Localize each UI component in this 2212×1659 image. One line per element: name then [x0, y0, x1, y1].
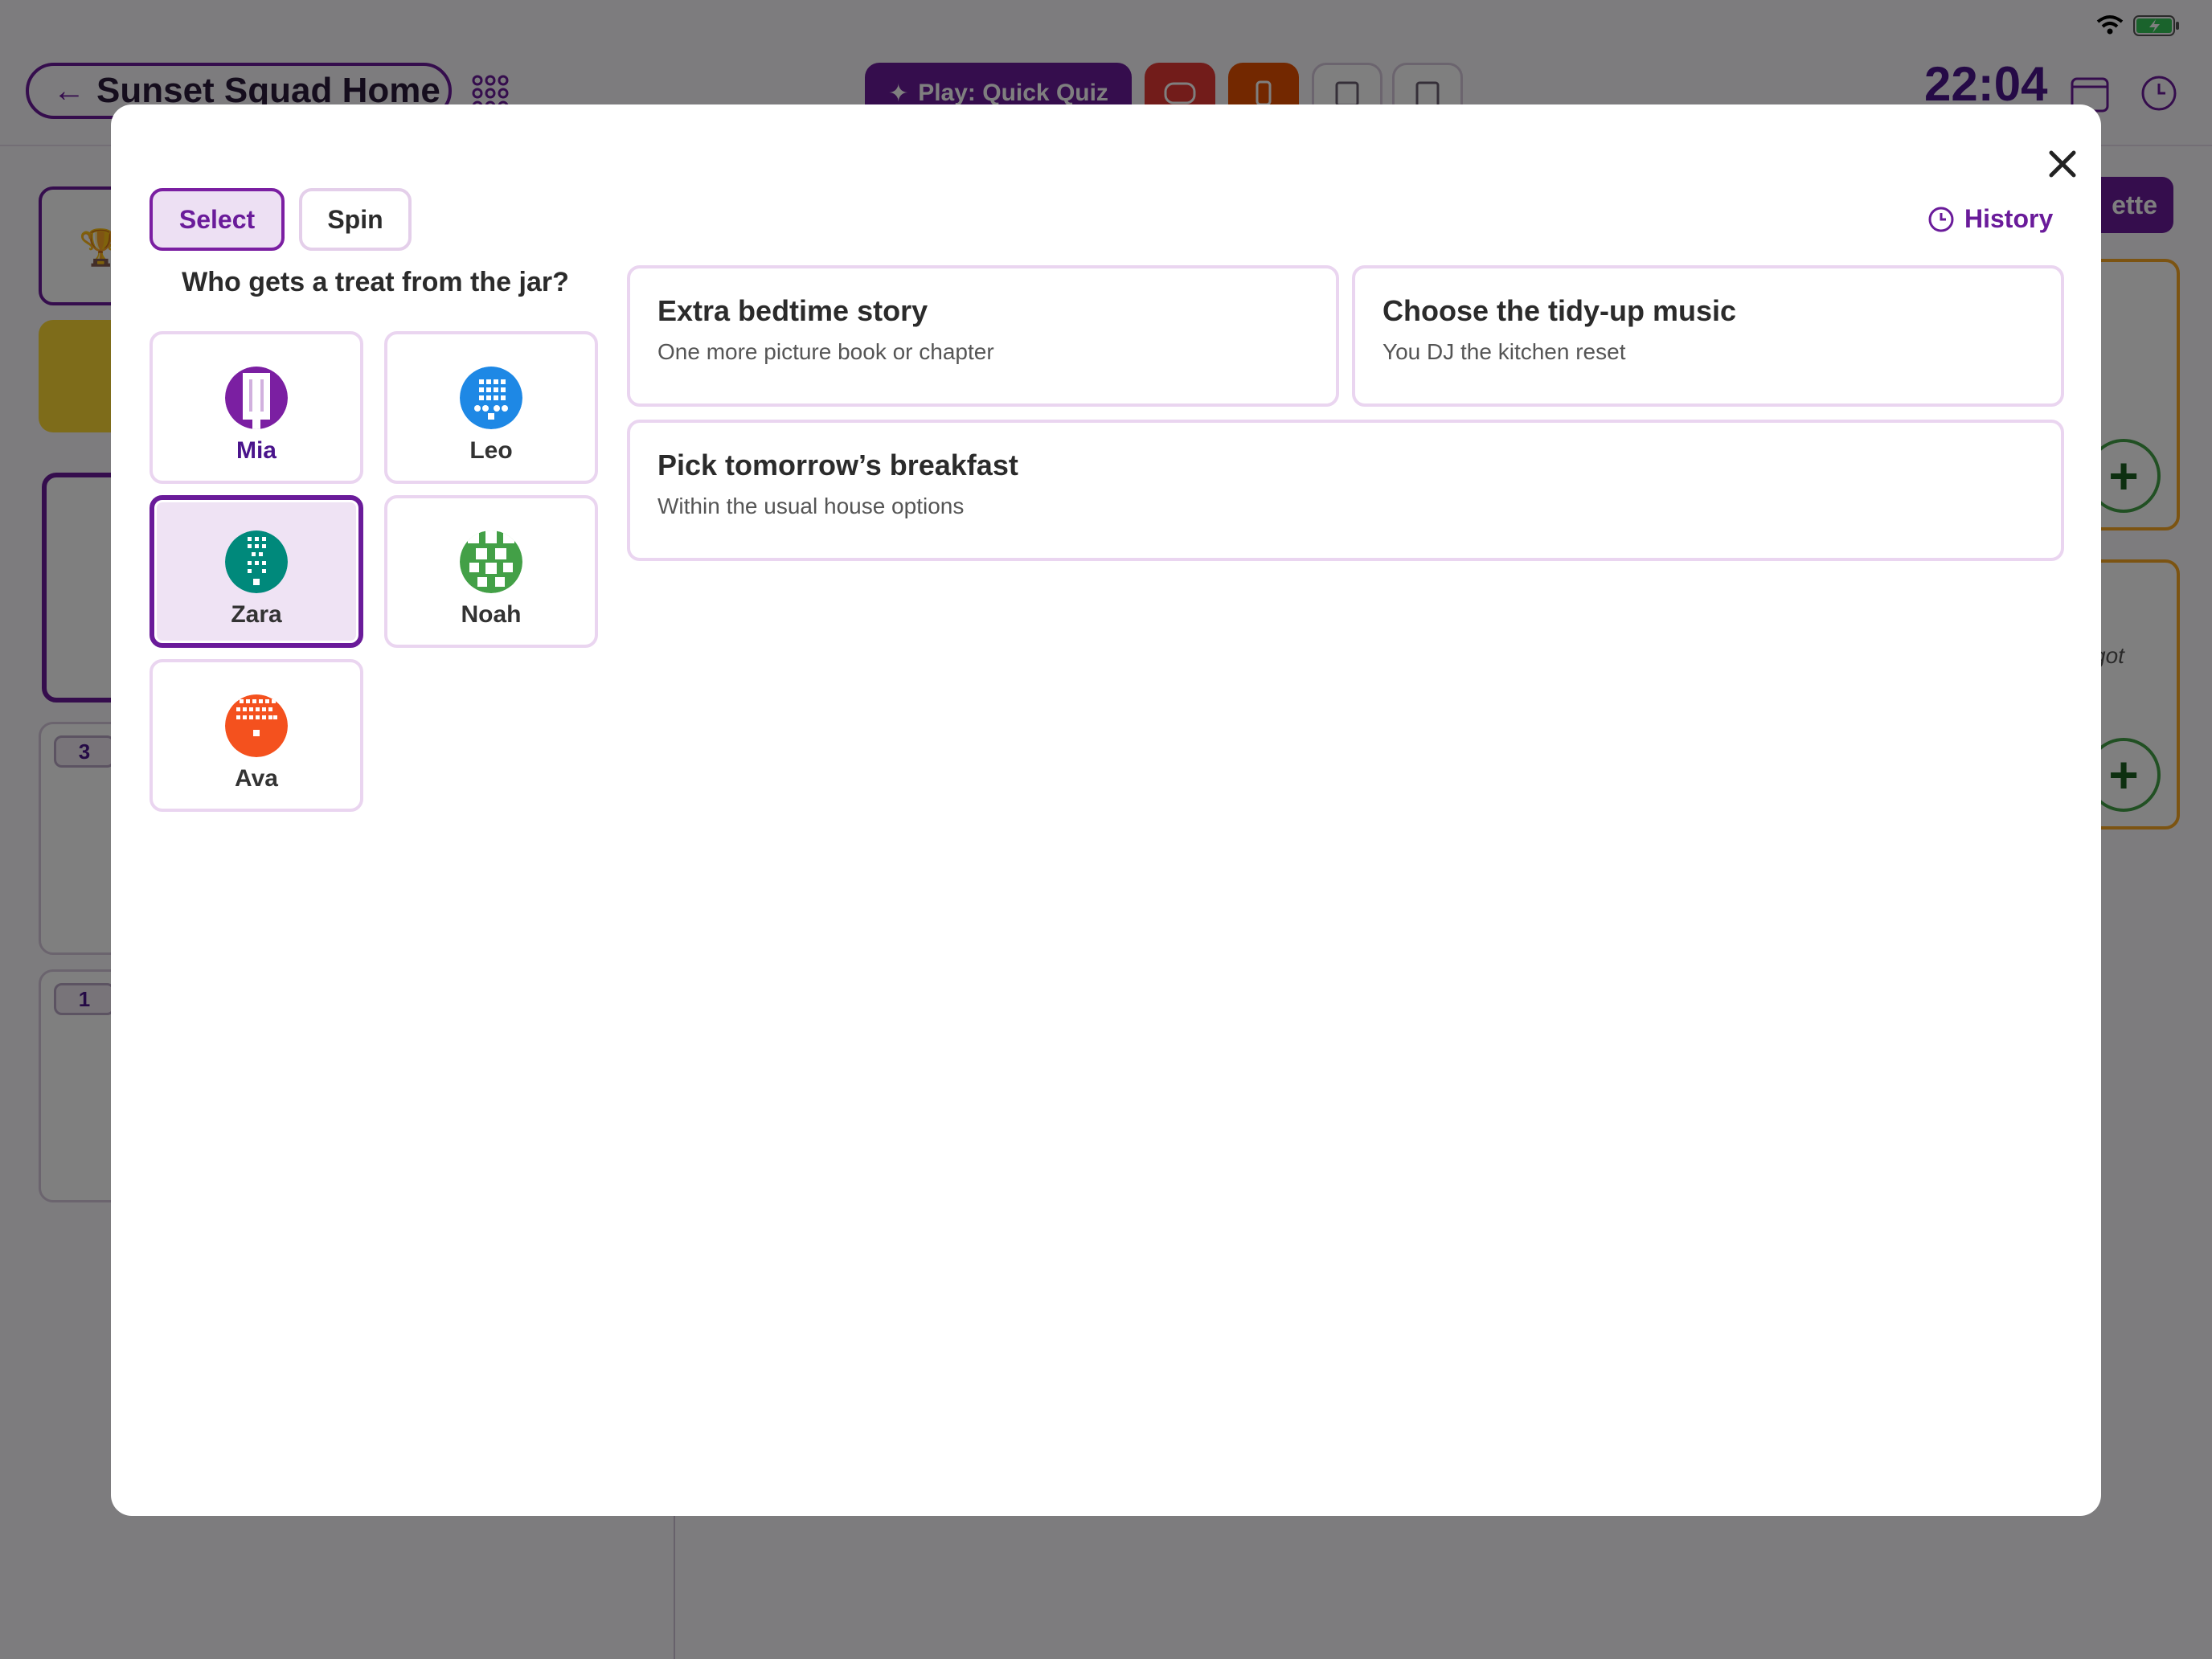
person-card-leo[interactable]: Leo: [384, 331, 598, 484]
person-card-noah[interactable]: Noah: [384, 495, 598, 648]
reward-subtitle: You DJ the kitchen reset: [1382, 339, 1626, 364]
avatar: [460, 530, 522, 593]
reward-subtitle: One more picture book or chapter: [657, 339, 994, 364]
spin-mode-tab[interactable]: Spin: [299, 188, 412, 251]
person-name: Leo: [469, 437, 513, 464]
person-name: Noah: [461, 601, 522, 628]
reward-card-bedtime-story[interactable]: Extra bedtime story One more picture boo…: [627, 265, 1339, 407]
avatar: [460, 367, 522, 429]
reward-title: Extra bedtime story: [657, 294, 928, 327]
history-label: History: [1964, 204, 2054, 233]
person-card-mia[interactable]: Mia: [150, 331, 363, 484]
person-name: Ava: [235, 765, 278, 792]
history-clock-icon: [1928, 207, 1954, 231]
close-icon: [2049, 150, 2076, 178]
reward-title: Choose the tidy-up music: [1382, 294, 1737, 327]
reward-title: Pick tomorrow’s breakfast: [657, 449, 1018, 481]
person-card-ava[interactable]: Ava: [150, 659, 363, 812]
reward-card-breakfast[interactable]: Pick tomorrow’s breakfast Within the usu…: [627, 420, 2064, 561]
person-name: Mia: [236, 437, 276, 464]
avatar: [225, 367, 288, 429]
close-button[interactable]: [2040, 141, 2085, 186]
history-button[interactable]: History: [1927, 204, 2053, 234]
reward-subtitle: Within the usual house options: [657, 494, 965, 518]
person-card-zara[interactable]: Zara: [150, 495, 363, 648]
person-name: Zara: [231, 601, 282, 628]
question-heading: Who gets a treat from the jar?: [182, 267, 569, 297]
treat-jar-modal: Select Spin History Who gets a treat fro…: [111, 104, 2101, 1516]
select-mode-tab[interactable]: Select: [150, 188, 285, 251]
avatar: [225, 694, 288, 757]
reward-card-tidy-up-music[interactable]: Choose the tidy-up music You DJ the kitc…: [1352, 265, 2064, 407]
avatar: [225, 530, 288, 593]
